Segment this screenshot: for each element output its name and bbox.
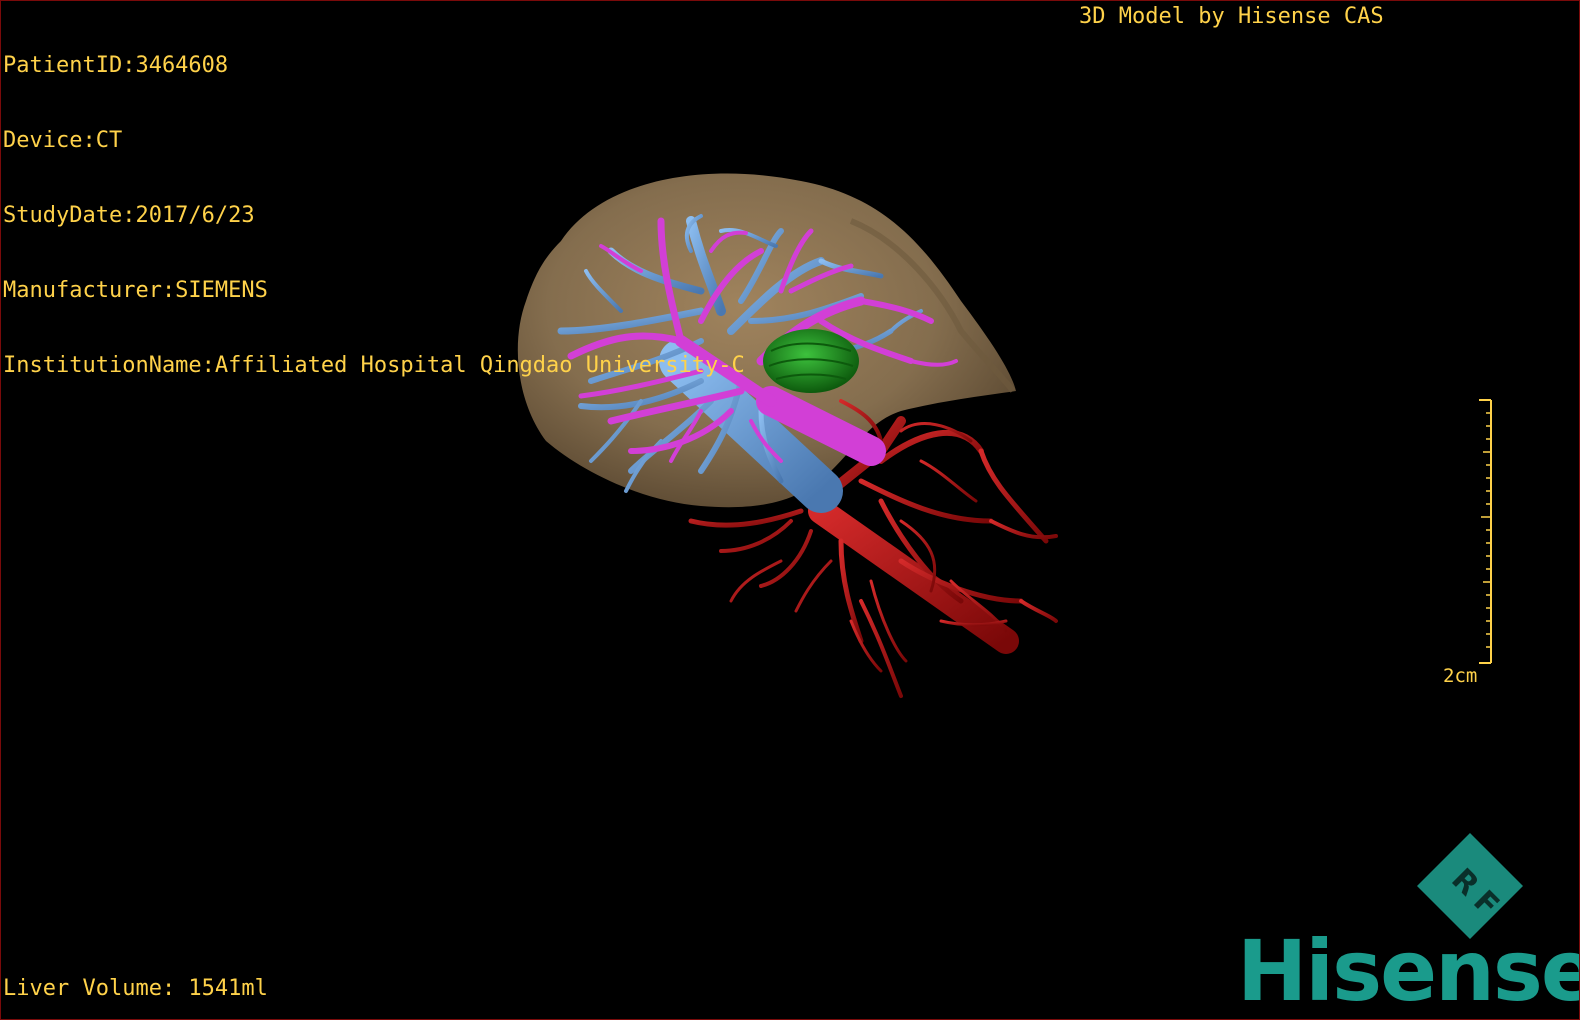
institution-label: InstitutionName:Affiliated Hospital Qing… <box>3 353 745 378</box>
lesion <box>763 329 859 393</box>
scale-label: 2cm <box>1443 665 1478 687</box>
model-credit-label: 3D Model by Hisense CAS <box>1079 4 1384 29</box>
manufacturer-label: Manufacturer:SIEMENS <box>3 278 268 303</box>
3d-viewport[interactable]: PatientID:3464608 Device:CT StudyDate:20… <box>0 0 1580 1020</box>
patient-id-label: PatientID:3464608 <box>3 53 229 78</box>
study-date-label: StudyDate:2017/6/23 <box>3 203 255 228</box>
device-label: Device:CT <box>3 128 123 153</box>
scale-bar-icon <box>1479 399 1492 664</box>
patient-info-overlay: PatientID:3464608 Device:CT StudyDate:20… <box>3 3 745 428</box>
liver-volume-label: Liver Volume: 1541ml <box>3 976 268 1001</box>
hisense-logo: Hisense <box>1237 922 1580 1020</box>
